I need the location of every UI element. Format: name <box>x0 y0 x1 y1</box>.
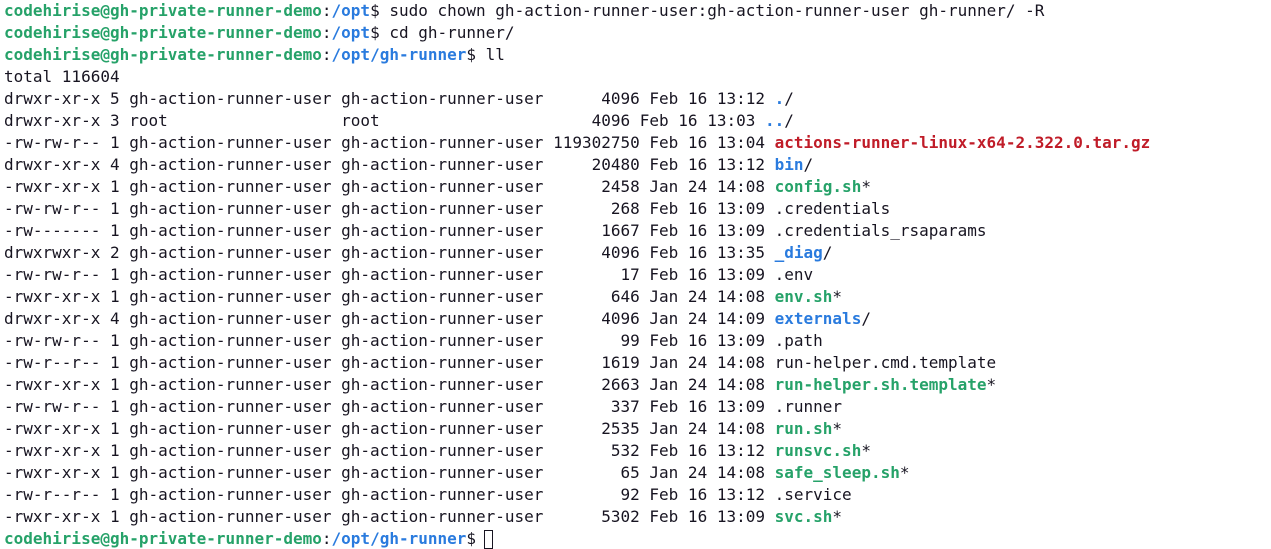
prompt-user-host: codehirise@gh-private-runner-demo <box>4 23 322 42</box>
listing-row: -rwxr-xr-x 1 gh-action-runner-user gh-ac… <box>4 374 1271 396</box>
listing-row: -rwxr-xr-x 1 gh-action-runner-user gh-ac… <box>4 176 1271 198</box>
command-text: sudo chown gh-action-runner-user:gh-acti… <box>379 1 1045 20</box>
listing-row-type-indicator: * <box>832 507 843 526</box>
prompt-symbol: $ <box>466 529 477 548</box>
listing-row: -rw------- 1 gh-action-runner-user gh-ac… <box>4 220 1271 242</box>
listing-row-type-indicator: * <box>899 463 910 482</box>
listing-row-meta: -rwxr-xr-x 1 gh-action-runner-user gh-ac… <box>4 419 775 438</box>
prompt-separator: : <box>321 1 332 20</box>
command-line-1: codehirise@gh-private-runner-demo:/opt$ … <box>4 0 1271 22</box>
listing-row: -rw-rw-r-- 1 gh-action-runner-user gh-ac… <box>4 132 1271 154</box>
listing-row: drwxr-xr-x 4 gh-action-runner-user gh-ac… <box>4 154 1271 176</box>
prompt-separator: : <box>321 45 332 64</box>
listing-row-filename: externals <box>774 309 862 328</box>
listing-row-meta: -rw-rw-r-- 1 gh-action-runner-user gh-ac… <box>4 265 775 284</box>
listing-row-meta: drwxr-xr-x 3 root root 4096 Feb 16 13:03 <box>4 111 765 130</box>
listing-row-filename: .env <box>774 265 814 284</box>
listing-row: -rw-r--r-- 1 gh-action-runner-user gh-ac… <box>4 352 1271 374</box>
listing-row-meta: -rwxr-xr-x 1 gh-action-runner-user gh-ac… <box>4 177 775 196</box>
prompt-path: /opt <box>331 1 371 20</box>
listing-row-type-indicator: * <box>986 375 997 394</box>
listing-row-filename: actions-runner-linux-x64-2.322.0.tar.gz <box>774 133 1151 152</box>
listing-row-filename: .. <box>765 111 785 130</box>
listing-row-type-indicator: * <box>861 441 871 460</box>
listing-row: -rwxr-xr-x 1 gh-action-runner-user gh-ac… <box>4 418 1271 440</box>
listing-row: -rw-rw-r-- 1 gh-action-runner-user gh-ac… <box>4 264 1271 286</box>
listing-row-filename: runsvc.sh <box>774 441 862 460</box>
listing-row-type-indicator: / <box>861 309 871 328</box>
listing-row-filename: run.sh <box>774 419 833 438</box>
listing-row-filename: svc.sh <box>774 507 833 526</box>
listing-row-meta: -rwxr-xr-x 1 gh-action-runner-user gh-ac… <box>4 287 775 306</box>
listing-row: drwxr-xr-x 4 gh-action-runner-user gh-ac… <box>4 308 1271 330</box>
listing-row-meta: -rwxr-xr-x 1 gh-action-runner-user gh-ac… <box>4 441 775 460</box>
listing-row-filename: env.sh <box>774 287 833 306</box>
listing-row-filename: .runner <box>774 397 843 416</box>
listing-row-type-indicator: / <box>784 89 794 108</box>
listing-row-meta: -rwxr-xr-x 1 gh-action-runner-user gh-ac… <box>4 375 775 394</box>
listing-row-meta: -rw-rw-r-- 1 gh-action-runner-user gh-ac… <box>4 397 775 416</box>
prompt-separator: : <box>321 23 332 42</box>
listing-row-type-indicator: / <box>822 243 833 262</box>
directory-listing: drwxr-xr-x 5 gh-action-runner-user gh-ac… <box>4 88 1271 528</box>
listing-row: drwxr-xr-x 5 gh-action-runner-user gh-ac… <box>4 88 1271 110</box>
command-line-2: codehirise@gh-private-runner-demo:/opt$ … <box>4 22 1271 44</box>
listing-row-meta: drwxr-xr-x 5 gh-action-runner-user gh-ac… <box>4 89 775 108</box>
listing-row: -rw-rw-r-- 1 gh-action-runner-user gh-ac… <box>4 396 1271 418</box>
listing-row-filename: . <box>774 89 785 108</box>
prompt-symbol: $ <box>370 23 380 42</box>
prompt-symbol: $ <box>370 1 380 20</box>
listing-row-filename: run-helper.cmd.template <box>774 353 997 372</box>
listing-row: drwxrwxr-x 2 gh-action-runner-user gh-ac… <box>4 242 1271 264</box>
listing-row-meta: drwxr-xr-x 4 gh-action-runner-user gh-ac… <box>4 155 775 174</box>
listing-row: -rw-rw-r-- 1 gh-action-runner-user gh-ac… <box>4 198 1271 220</box>
prompt-user-host: codehirise@gh-private-runner-demo <box>4 529 322 548</box>
listing-row-meta: -rwxr-xr-x 1 gh-action-runner-user gh-ac… <box>4 507 775 526</box>
listing-row-meta: -rwxr-xr-x 1 gh-action-runner-user gh-ac… <box>4 463 775 482</box>
listing-row-meta: -rw-rw-r-- 1 gh-action-runner-user gh-ac… <box>4 133 775 152</box>
listing-row-filename: .service <box>774 485 852 504</box>
command-line-3: codehirise@gh-private-runner-demo:/opt/g… <box>4 44 1271 66</box>
prompt-user-host: codehirise@gh-private-runner-demo <box>4 45 322 64</box>
listing-row-filename: run-helper.sh.template <box>774 375 987 394</box>
prompt-user-host: codehirise@gh-private-runner-demo <box>4 1 322 20</box>
listing-row-filename: _diag <box>774 243 823 262</box>
listing-row-filename: safe_sleep.sh <box>774 463 900 482</box>
listing-row: -rwxr-xr-x 1 gh-action-runner-user gh-ac… <box>4 286 1271 308</box>
command-text: cd gh-runner/ <box>379 23 515 42</box>
listing-row-meta: -rw-r--r-- 1 gh-action-runner-user gh-ac… <box>4 353 775 372</box>
listing-row-meta: -rw-rw-r-- 1 gh-action-runner-user gh-ac… <box>4 199 775 218</box>
prompt-path: /opt/gh-runner <box>331 529 467 548</box>
prompt-path: /opt/gh-runner <box>331 45 467 64</box>
listing-row-filename: .credentials_rsaparams <box>774 221 987 240</box>
listing-row: -rw-rw-r-- 1 gh-action-runner-user gh-ac… <box>4 330 1271 352</box>
listing-row-type-indicator: * <box>832 287 843 306</box>
prompt-separator: : <box>321 529 332 548</box>
listing-row: -rwxr-xr-x 1 gh-action-runner-user gh-ac… <box>4 506 1271 528</box>
listing-row-type-indicator: * <box>861 177 871 196</box>
listing-row-meta: -rw------- 1 gh-action-runner-user gh-ac… <box>4 221 775 240</box>
listing-row: drwxr-xr-x 3 root root 4096 Feb 16 13:03… <box>4 110 1271 132</box>
listing-row-filename: .credentials <box>774 199 891 218</box>
listing-row-type-indicator: / <box>784 111 794 130</box>
command-text: ll <box>476 45 505 64</box>
listing-row-meta: drwxr-xr-x 4 gh-action-runner-user gh-ac… <box>4 309 775 328</box>
listing-row: -rwxr-xr-x 1 gh-action-runner-user gh-ac… <box>4 462 1271 484</box>
prompt-path: /opt <box>331 23 371 42</box>
listing-row: -rwxr-xr-x 1 gh-action-runner-user gh-ac… <box>4 440 1271 462</box>
listing-row-type-indicator: * <box>832 419 843 438</box>
listing-row-meta: drwxrwxr-x 2 gh-action-runner-user gh-ac… <box>4 243 775 262</box>
listing-total: total 116604 <box>4 67 120 86</box>
listing-row-type-indicator: / <box>803 155 814 174</box>
listing-row: -rw-r--r-- 1 gh-action-runner-user gh-ac… <box>4 484 1271 506</box>
listing-row-meta: -rw-rw-r-- 1 gh-action-runner-user gh-ac… <box>4 331 775 350</box>
listing-row-filename: bin <box>774 155 804 174</box>
prompt-symbol: $ <box>466 45 477 64</box>
text-cursor[interactable] <box>484 530 494 549</box>
terminal-window[interactable]: codehirise@gh-private-runner-demo:/opt$ … <box>0 0 1271 549</box>
final-prompt-line[interactable]: codehirise@gh-private-runner-demo:/opt/g… <box>4 528 1271 549</box>
listing-row-meta: -rw-r--r-- 1 gh-action-runner-user gh-ac… <box>4 485 775 504</box>
listing-row-filename: config.sh <box>774 177 862 196</box>
listing-row-filename: .path <box>774 331 823 350</box>
